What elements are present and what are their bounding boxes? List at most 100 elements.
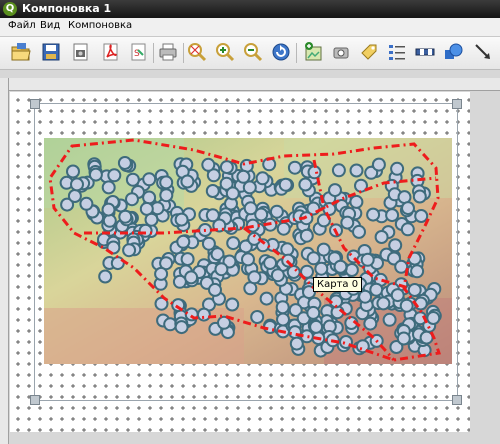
menu-layout[interactable]: Компоновка bbox=[68, 20, 132, 31]
map-point bbox=[426, 311, 441, 325]
resize-handle-se[interactable] bbox=[452, 395, 462, 405]
map-point bbox=[125, 172, 140, 187]
export-pdf-icon bbox=[103, 43, 118, 61]
resize-handle-sw[interactable] bbox=[30, 395, 40, 405]
open-button[interactable] bbox=[10, 41, 32, 63]
map-point bbox=[314, 261, 329, 276]
map-point bbox=[363, 316, 378, 331]
map-point bbox=[344, 263, 359, 277]
map-point bbox=[159, 188, 174, 203]
add-image-button[interactable] bbox=[330, 41, 352, 63]
print-icon bbox=[159, 43, 177, 61]
print-button[interactable] bbox=[157, 41, 179, 63]
menu-view[interactable]: Вид bbox=[40, 20, 60, 31]
map-point bbox=[352, 224, 366, 239]
map-point bbox=[306, 305, 321, 320]
map-point bbox=[214, 262, 229, 277]
map-point bbox=[280, 242, 295, 257]
map-point bbox=[219, 160, 234, 175]
map-point bbox=[101, 180, 116, 195]
map-point bbox=[388, 238, 403, 253]
map-point bbox=[390, 288, 405, 303]
add-legend-icon bbox=[389, 45, 405, 60]
map-point bbox=[79, 196, 94, 211]
ruler-top bbox=[8, 78, 500, 91]
map-point bbox=[66, 164, 80, 179]
export-pdf-button[interactable] bbox=[100, 41, 122, 63]
map-point bbox=[316, 242, 331, 257]
zoom-full-button[interactable] bbox=[186, 41, 208, 63]
menu-file[interactable]: Файл bbox=[8, 20, 36, 31]
map-point bbox=[243, 201, 258, 216]
map-point bbox=[180, 252, 195, 267]
map-point bbox=[205, 208, 220, 223]
refresh-icon bbox=[272, 43, 290, 61]
map-point bbox=[174, 320, 189, 335]
map-point bbox=[399, 298, 414, 313]
map-point bbox=[278, 177, 293, 192]
map-point bbox=[67, 189, 82, 203]
map-point bbox=[349, 194, 364, 209]
map-point bbox=[306, 251, 321, 266]
map-point bbox=[376, 296, 391, 311]
open-icon bbox=[11, 43, 31, 61]
export-svg-icon: S bbox=[131, 43, 146, 61]
map-point bbox=[259, 291, 274, 306]
map-point bbox=[331, 163, 346, 178]
map-point bbox=[102, 213, 117, 228]
export-image-button[interactable] bbox=[70, 41, 92, 63]
save-icon bbox=[42, 43, 60, 61]
map-point bbox=[401, 201, 415, 216]
map-point bbox=[396, 331, 411, 346]
resize-handle-nw[interactable] bbox=[30, 99, 40, 109]
map-point bbox=[70, 177, 84, 192]
map-point bbox=[269, 204, 284, 219]
zoom-in-button[interactable] bbox=[214, 41, 236, 63]
window-title: Компоновка 1 bbox=[22, 2, 112, 15]
zoom-in-icon bbox=[216, 43, 235, 62]
map-point bbox=[88, 167, 103, 182]
add-arrow-button[interactable] bbox=[472, 41, 494, 63]
add-map-button[interactable] bbox=[302, 41, 324, 63]
add-scalebar-button[interactable] bbox=[414, 41, 436, 63]
map-point bbox=[299, 228, 314, 243]
map-point bbox=[201, 236, 216, 251]
map-point bbox=[241, 252, 255, 267]
map-point bbox=[349, 163, 364, 178]
map-point bbox=[382, 312, 397, 327]
map-point bbox=[159, 175, 174, 190]
map-point bbox=[412, 189, 427, 204]
map-point bbox=[107, 168, 122, 183]
map-point bbox=[122, 243, 137, 258]
map-point bbox=[358, 289, 373, 304]
map-point bbox=[286, 265, 301, 279]
map-point bbox=[287, 160, 302, 175]
map-item-tooltip: Карта 0 bbox=[313, 277, 363, 292]
map-point bbox=[172, 274, 187, 289]
add-arrow-icon bbox=[475, 44, 490, 59]
map-render bbox=[44, 138, 452, 364]
map-point bbox=[371, 157, 386, 172]
map-point bbox=[138, 223, 153, 238]
map-point bbox=[250, 310, 265, 324]
save-button[interactable] bbox=[40, 41, 62, 63]
add-legend-button[interactable] bbox=[386, 41, 408, 63]
map-point bbox=[270, 268, 285, 283]
map-point bbox=[118, 209, 133, 224]
map-point bbox=[101, 202, 116, 217]
map-point bbox=[333, 259, 348, 274]
export-svg-button[interactable]: S bbox=[128, 41, 150, 63]
resize-handle-ne[interactable] bbox=[452, 99, 462, 109]
map-point bbox=[289, 336, 304, 351]
map-item[interactable] bbox=[44, 138, 452, 364]
map-point bbox=[174, 212, 189, 227]
map-point bbox=[236, 169, 251, 184]
map-point bbox=[410, 264, 425, 279]
qgis-icon: Q bbox=[3, 2, 17, 16]
zoom-out-button[interactable] bbox=[242, 41, 264, 63]
map-point bbox=[276, 312, 290, 327]
map-point bbox=[307, 165, 322, 180]
add-shape-button[interactable] bbox=[442, 41, 464, 63]
refresh-button[interactable] bbox=[270, 41, 292, 63]
add-label-button[interactable] bbox=[358, 41, 380, 63]
